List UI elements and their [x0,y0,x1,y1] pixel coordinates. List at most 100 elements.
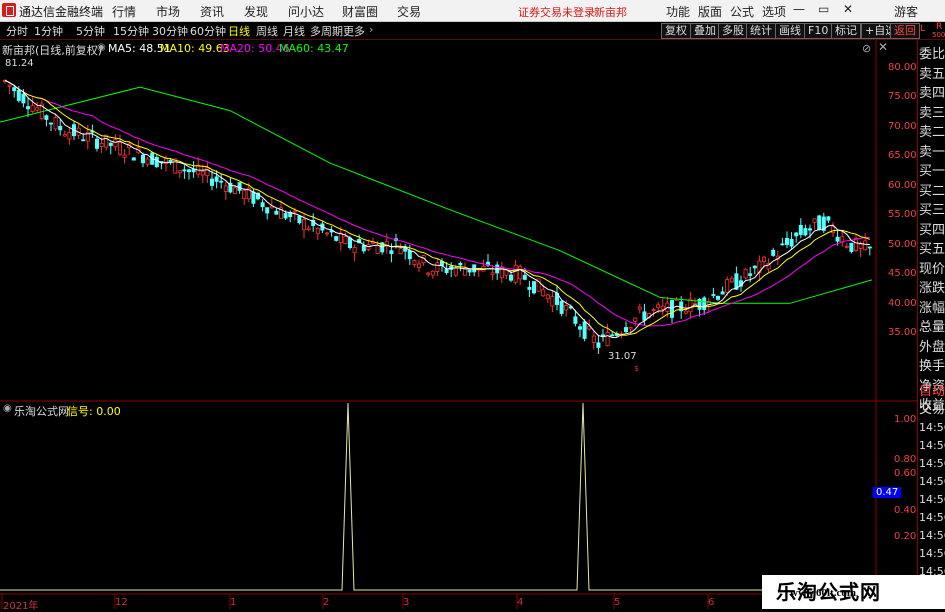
tab-timeshare[interactable]: 分时 [6,23,28,39]
candle-body [426,272,431,275]
candle-body [145,158,150,165]
menu-discover[interactable]: 发现 [240,2,272,21]
candle-body [729,277,734,283]
menu-trade[interactable]: 交易 [393,2,425,21]
sidebar-label: 14:56 [919,547,945,560]
menu-market[interactable]: 市场 [152,2,184,21]
candle-body [867,246,872,249]
sidebar-label: 买一 [919,164,945,179]
price-tick: 45.00 [888,268,917,279]
candle-body [541,289,546,297]
candle-body [716,295,721,300]
overlay-button[interactable]: 叠加 [690,23,720,39]
candle-body [628,327,633,330]
menu-options[interactable]: 选项 [758,2,790,21]
candle-body [99,143,104,147]
menu-quotes[interactable]: 行情 [108,2,140,21]
price-tick: 40.00 [888,298,917,309]
tab-daily[interactable]: 日线 [228,23,250,39]
candle-body [223,185,228,192]
menu-formula[interactable]: 公式 [726,2,758,21]
candle-body [435,262,440,272]
candle-body [794,232,799,237]
candle-body [301,219,306,231]
candle-body [95,138,100,149]
candle-body [858,243,863,249]
date-label: 6 [708,597,715,608]
date-label: 1 [230,597,237,608]
close-icon[interactable]: ✕ [843,2,853,16]
signal-value-label: 信号: 0.00 [67,405,121,418]
f10-button[interactable]: F10 [804,23,833,39]
candle-body [67,132,72,140]
price-tick: 50.00 [888,239,917,250]
menu-layout[interactable]: 版面 [694,2,726,21]
settings-dot-icon[interactable]: ◉ [3,403,12,414]
candle-body [168,159,173,163]
candle-body [578,326,583,330]
candle-body [844,245,849,248]
kline-chart[interactable]: $ [0,40,917,609]
candle-body [651,309,656,311]
candle-body [219,180,224,183]
candle-body [720,291,725,295]
candle-body [610,334,615,337]
sidebar-label: 卖四 [919,86,945,101]
candle-body [605,332,610,346]
minimize-icon[interactable]: — [793,2,805,16]
watermark-url: www.60lt.com [790,587,856,599]
tab-1min[interactable]: 1分钟 [34,23,63,39]
tab-monthly[interactable]: 月线 [283,23,305,39]
tab-more[interactable]: 更多 [343,23,365,39]
candle-body [803,228,808,236]
sidebar-label: 自动 [919,384,945,399]
tab-5min[interactable]: 5分钟 [76,23,105,39]
tab-30min[interactable]: 30分钟 [152,23,188,39]
candle-body [389,250,394,254]
candle-body [642,311,647,321]
restore-icon[interactable]: ▭ [818,2,829,16]
candle-body [688,298,693,313]
sidebar-label: 14:56 [919,511,945,524]
candle-body [508,274,513,281]
candle-body [522,274,527,280]
multi-stock-button[interactable]: 多股 [718,23,748,39]
tab-15min[interactable]: 15分钟 [113,23,149,39]
chevron-right-icon[interactable]: › [369,23,373,36]
price-tick: 60.00 [888,180,917,191]
candle-body [265,207,270,214]
candle-body [173,158,178,174]
signal-line [0,402,875,591]
candle-body [237,182,242,191]
statistics-button[interactable]: 统计 [746,23,776,39]
candle-body [863,240,868,251]
menu-function[interactable]: 功能 [662,2,694,21]
candle-body [108,142,113,146]
candle-body [812,218,817,223]
candle-body [361,245,366,252]
candle-body [62,134,67,137]
candle-body [532,281,537,294]
menu-wealth[interactable]: 财富圈 [338,2,382,21]
back-button[interactable]: 返回 [890,23,920,39]
candle-body [527,286,532,290]
draw-line-button[interactable]: 画线 [775,23,805,39]
tab-60min[interactable]: 60分钟 [190,23,226,39]
indicator-title: 乐淘公式网 [14,405,69,418]
menu-news[interactable]: 资讯 [196,2,228,21]
tab-multi-period[interactable]: 多周期 [310,23,343,39]
tab-weekly[interactable]: 周线 [256,23,278,39]
guest-user[interactable]: 游客 [890,2,922,21]
adjust-button[interactable]: 复权 [661,23,691,39]
candle-body [177,170,182,174]
candle-body [25,106,30,110]
sidebar-label: 总量 [919,320,945,335]
candle-body [808,228,813,231]
sidebar-label: 现价 [919,261,945,277]
candle-body [762,256,767,263]
mark-button[interactable]: 标记 [831,23,861,39]
trade-login-notice[interactable]: 证券交易未登录 [514,3,599,21]
menu-ask[interactable]: 问小达 [284,2,328,21]
candle-body [752,265,757,269]
candle-body [826,216,831,221]
